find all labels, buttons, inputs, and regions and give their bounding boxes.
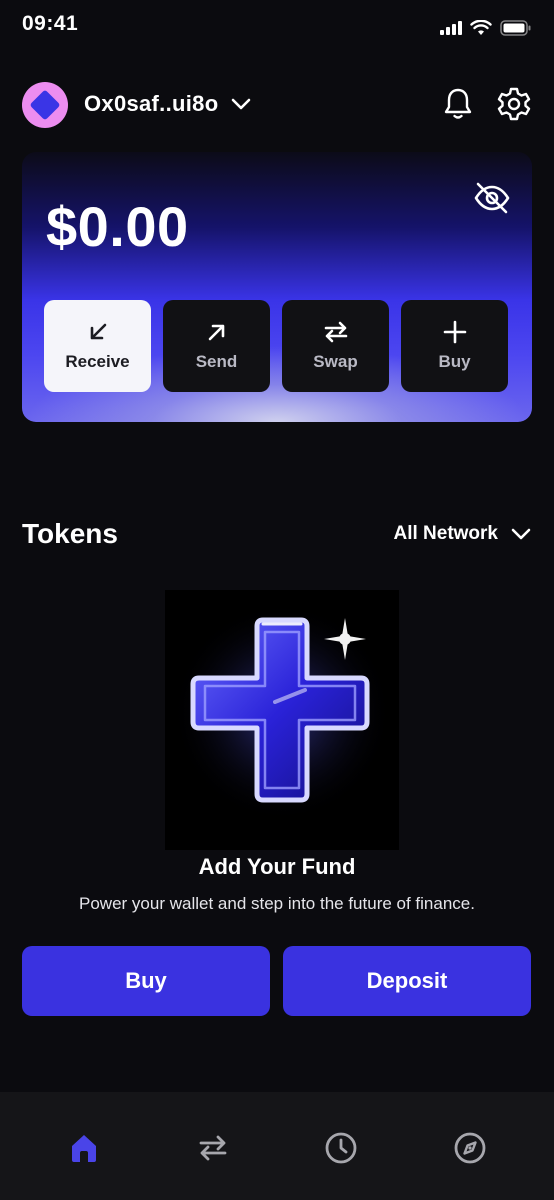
glowing-plus-icon bbox=[172, 602, 392, 822]
notifications-button[interactable] bbox=[440, 86, 476, 122]
tokens-heading: Tokens bbox=[22, 518, 118, 549]
gear-icon bbox=[497, 87, 531, 121]
clock-icon bbox=[325, 1132, 357, 1164]
add-fund-illustration bbox=[165, 590, 399, 850]
buy-action-button[interactable]: Buy bbox=[401, 300, 508, 392]
nav-swap[interactable] bbox=[183, 1128, 243, 1168]
settings-button[interactable] bbox=[496, 86, 532, 122]
status-time: 09:41 bbox=[22, 12, 79, 35]
wallet-address-selector[interactable]: Ox0saf..ui8o bbox=[84, 91, 252, 117]
swap-button[interactable]: Swap bbox=[282, 300, 389, 392]
wifi-icon bbox=[470, 20, 492, 35]
balance-card: $0.00 Receive Send Swap Buy bbox=[22, 152, 532, 422]
cellular-signal-icon bbox=[440, 21, 462, 35]
deposit-button[interactable]: Deposit bbox=[283, 946, 531, 1016]
empty-state-title: Add Your Fund bbox=[198, 854, 356, 879]
send-label: Send bbox=[195, 352, 238, 371]
wallet-header: Ox0saf..ui8o bbox=[22, 82, 532, 128]
status-icons bbox=[440, 20, 532, 36]
header-actions bbox=[440, 86, 532, 122]
balance-amount: $0.00 bbox=[46, 195, 189, 258]
diamond-icon bbox=[29, 89, 61, 121]
hide-balance-button[interactable] bbox=[472, 178, 512, 218]
arrow-up-right-icon bbox=[208, 324, 224, 341]
wallet-avatar[interactable] bbox=[22, 82, 68, 128]
buy-button[interactable]: Buy bbox=[22, 946, 270, 1016]
home-icon bbox=[72, 1135, 97, 1162]
plus-icon bbox=[443, 320, 466, 344]
status-bar: 09:41 bbox=[0, 0, 554, 50]
empty-state-description: Power your wallet and step into the futu… bbox=[79, 894, 475, 913]
compass-icon bbox=[454, 1132, 486, 1164]
bell-icon bbox=[444, 88, 472, 119]
nav-history[interactable] bbox=[311, 1128, 371, 1168]
nav-home[interactable] bbox=[54, 1128, 114, 1168]
eye-off-icon bbox=[474, 182, 510, 214]
chevron-down-icon bbox=[511, 528, 531, 540]
receive-button[interactable]: Receive bbox=[44, 300, 151, 392]
swap-icon bbox=[324, 321, 347, 343]
network-filter-dropdown[interactable]: All Network bbox=[393, 523, 532, 545]
bottom-navigation bbox=[0, 1092, 554, 1200]
nav-explore[interactable] bbox=[440, 1128, 500, 1168]
battery-icon bbox=[500, 20, 531, 36]
swap-label: Swap bbox=[313, 352, 358, 371]
arrow-down-left-icon bbox=[90, 323, 106, 340]
swap-icon bbox=[199, 1135, 227, 1161]
quick-actions: Receive Send Swap Buy bbox=[44, 300, 508, 392]
wallet-address: Ox0saf..ui8o bbox=[84, 91, 219, 116]
network-filter-label: All Network bbox=[393, 523, 498, 544]
chevron-down-icon bbox=[232, 98, 251, 110]
buy-action-label: Buy bbox=[438, 352, 471, 371]
send-button[interactable]: Send bbox=[163, 300, 270, 392]
receive-label: Receive bbox=[65, 352, 130, 371]
